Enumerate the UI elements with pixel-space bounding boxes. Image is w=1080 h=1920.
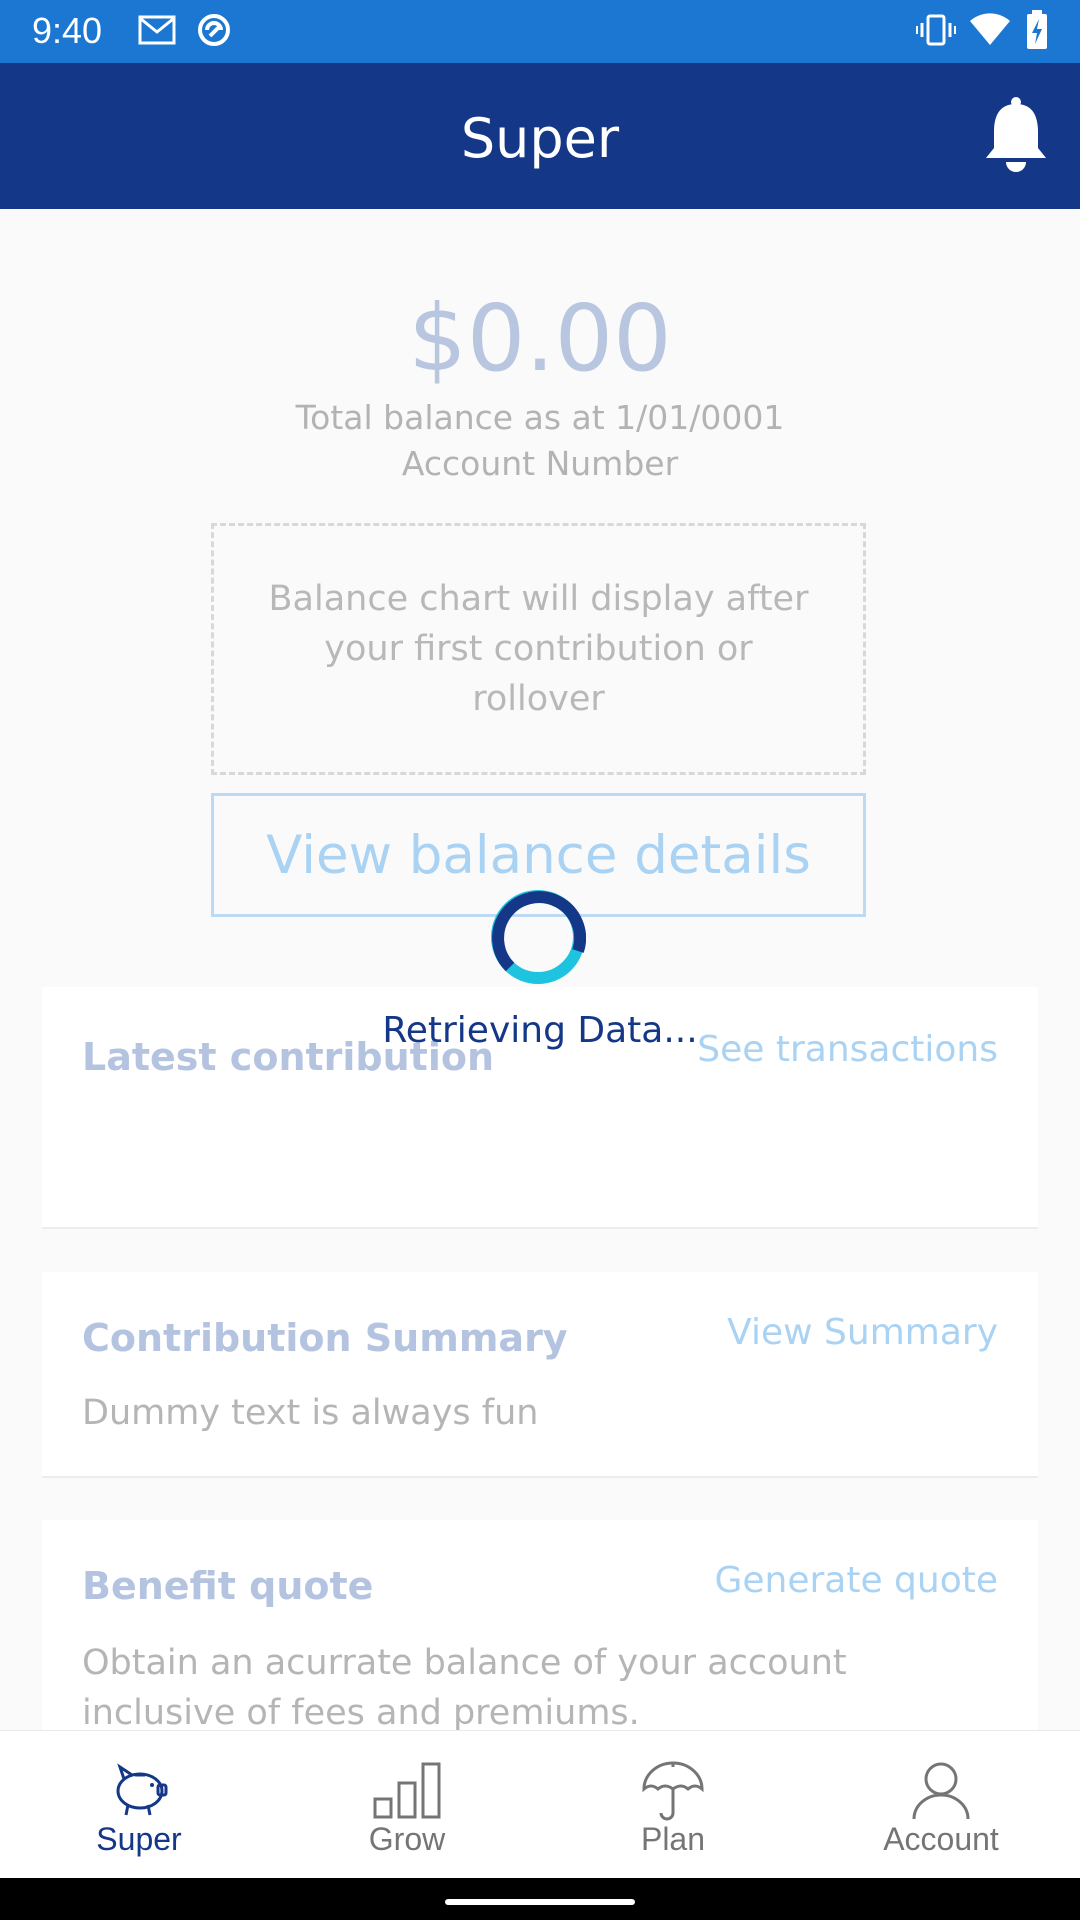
gmail-icon bbox=[138, 15, 176, 45]
page-title: Super bbox=[460, 107, 620, 170]
system-navigation-bar bbox=[0, 1878, 1080, 1920]
umbrella-icon bbox=[642, 1761, 704, 1821]
contribution-summary-text: Dummy text is always fun bbox=[82, 1393, 539, 1433]
benefit-quote-title: Benefit quote bbox=[82, 1564, 374, 1608]
nav-label-account: Account bbox=[883, 1821, 999, 1857]
nav-label-super: Super bbox=[96, 1821, 182, 1857]
nav-item-account[interactable]: Account bbox=[806, 1731, 1076, 1879]
piggy-bank-icon bbox=[116, 1763, 168, 1816]
nav-item-grow[interactable]: Grow bbox=[272, 1731, 542, 1879]
bar-chart-icon bbox=[373, 1762, 441, 1819]
nav-item-plan[interactable]: Plan bbox=[538, 1731, 808, 1879]
sync-icon bbox=[198, 14, 230, 46]
wifi-icon bbox=[970, 13, 1010, 45]
status-bar: 9:40 bbox=[0, 0, 1080, 63]
nav-label-plan: Plan bbox=[640, 1821, 706, 1857]
person-icon bbox=[912, 1762, 970, 1820]
contribution-summary-title: Contribution Summary bbox=[82, 1316, 568, 1360]
account-number-label: Account Number bbox=[401, 444, 679, 483]
bottom-navigation: Super Grow Plan Account bbox=[0, 1730, 1080, 1878]
battery-charging-icon bbox=[1027, 10, 1047, 49]
balance-as-at: Total balance as at 1/01/0001 bbox=[295, 398, 785, 437]
vibrate-icon bbox=[916, 14, 956, 46]
balance-amount: $0.00 bbox=[408, 285, 672, 392]
benefit-quote-card: Benefit quote Generate quote Obtain an a… bbox=[42, 1520, 1038, 1740]
bell-icon[interactable] bbox=[984, 96, 1048, 176]
nav-label-grow: Grow bbox=[368, 1821, 446, 1857]
view-balance-details-label: View balance details bbox=[266, 824, 811, 886]
status-time: 9:40 bbox=[32, 10, 103, 51]
balance-chart-placeholder: Balance chart will display after your fi… bbox=[211, 523, 866, 775]
nav-item-super[interactable]: Super bbox=[4, 1731, 274, 1879]
contribution-summary-card: Contribution Summary View Summary Dummy … bbox=[42, 1272, 1038, 1478]
loading-text: Retrieving Data... bbox=[382, 1010, 698, 1051]
benefit-quote-text: Obtain an acurrate balance of your accou… bbox=[82, 1643, 847, 1733]
home-gesture-handle[interactable] bbox=[445, 1899, 635, 1905]
generate-quote-link[interactable]: Generate quote bbox=[714, 1560, 998, 1601]
balance-chart-message: Balance chart will display after your fi… bbox=[268, 579, 809, 719]
view-summary-link[interactable]: View Summary bbox=[727, 1312, 998, 1353]
loading-spinner bbox=[491, 890, 586, 984]
app-bar: Super bbox=[0, 63, 1080, 209]
